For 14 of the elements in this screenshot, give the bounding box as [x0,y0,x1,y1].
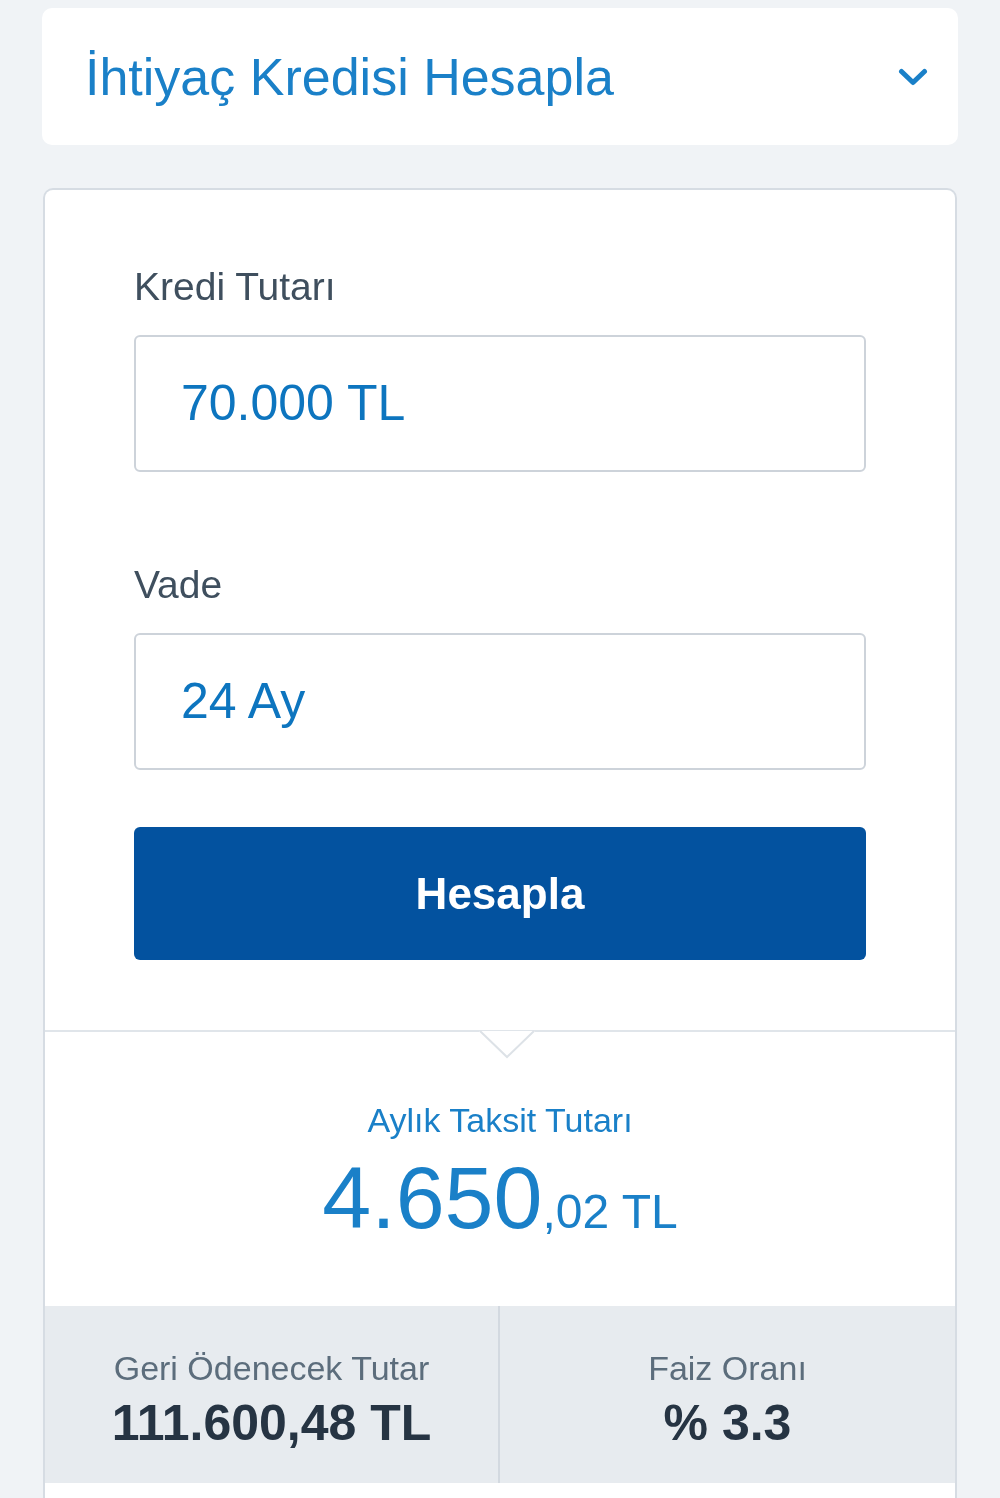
field-label: Vade [134,565,224,605]
calculate-button[interactable]: Hesapla [134,827,866,960]
monthly-installment-amount: 4.650,02 TL [322,1148,678,1249]
summary-value: % 3.3 [663,1395,792,1451]
input-field[interactable]: 70.000 TL [134,335,866,472]
monthly-installment-label: Aylık Taksit Tutarı [367,1100,633,1140]
input-field[interactable]: 24 Ay [134,633,866,770]
header-card[interactable]: İhtiyaç Kredisi Hesapla [42,8,958,145]
summary-label: Geri Ödenecek Tutar [113,1348,430,1388]
summary-label: Faiz Oranı [648,1348,807,1388]
summary-value: 111.600,48 TL [111,1395,432,1451]
field-label: Kredi Tutarı [134,267,337,307]
chevron-down-icon[interactable] [898,67,928,86]
page-title: İhtiyaç Kredisi Hesapla [85,46,614,107]
